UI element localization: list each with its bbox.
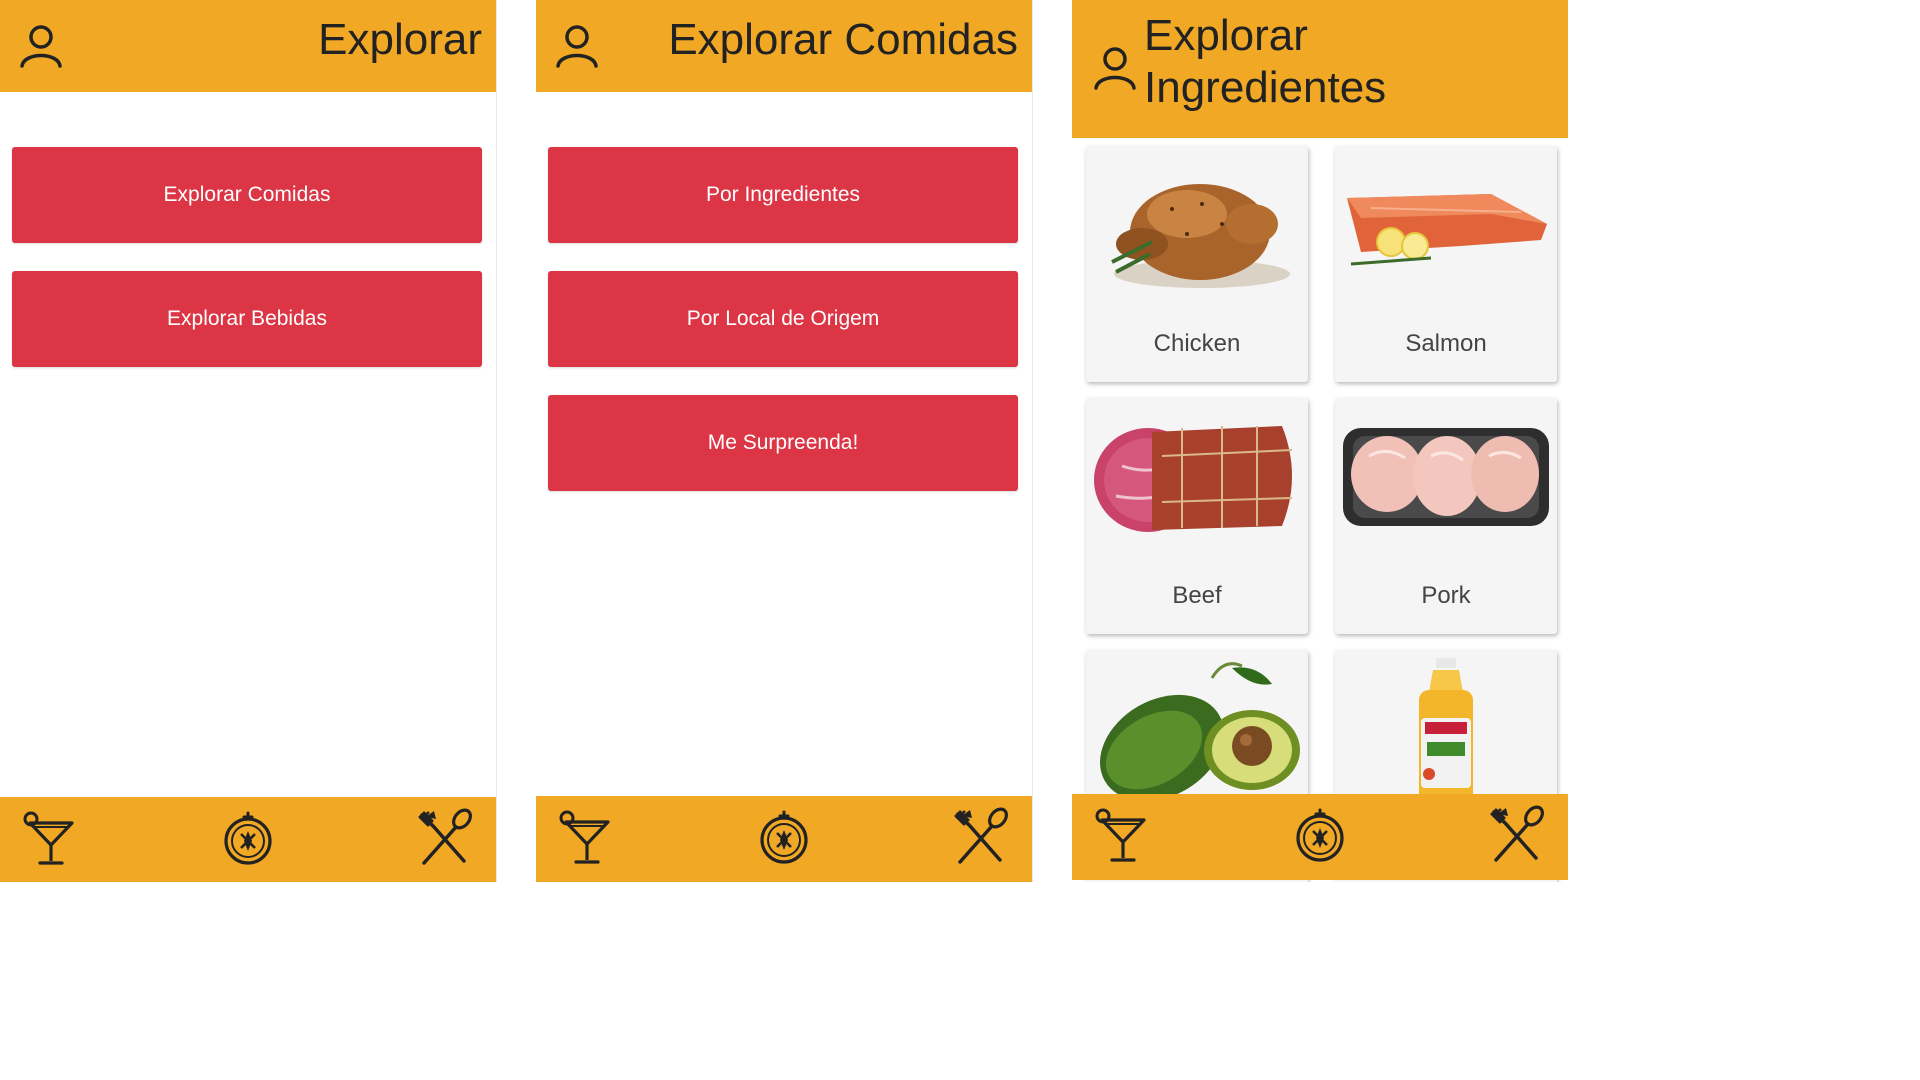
footer-bar <box>536 796 1032 882</box>
page-title: Explorar <box>318 15 482 64</box>
explore-drinks-button[interactable]: Explorar Bebidas <box>12 271 482 367</box>
ingredient-name: Chicken <box>1153 330 1241 357</box>
salmon-image <box>1347 194 1547 266</box>
profile-icon[interactable] <box>1092 44 1138 90</box>
by-origin-button[interactable]: Por Local de Origem <box>548 271 1018 367</box>
beef-image <box>1094 426 1293 532</box>
drinks-icon[interactable] <box>18 805 82 869</box>
header-bar: Explorar <box>0 0 496 92</box>
food-icon[interactable] <box>948 804 1012 868</box>
explore-icon[interactable] <box>216 805 280 869</box>
by-ingredients-button[interactable]: Por Ingredientes <box>548 147 1018 243</box>
food-icon[interactable] <box>412 805 476 869</box>
ingredient-card-chicken[interactable]: Chicken <box>1086 146 1308 382</box>
pork-image <box>1343 428 1549 526</box>
vinegar-bottle-image <box>1419 658 1473 808</box>
ingredient-name: Pork <box>1421 582 1471 609</box>
ingredient-name: Salmon <box>1405 330 1487 357</box>
page-title: Explorar Ingredientes <box>1144 11 1387 112</box>
food-icon[interactable] <box>1484 802 1548 866</box>
explore-screen: Explorar Explorar Comidas Explorar Bebid… <box>0 0 497 882</box>
profile-icon[interactable] <box>554 22 600 68</box>
avocado-image <box>1100 662 1300 802</box>
explore-foods-screen: Explorar Comidas Por Ingredientes Por Lo… <box>536 0 1033 882</box>
ingredient-card-pork[interactable]: Pork <box>1335 398 1557 634</box>
chicken-image <box>1111 184 1290 288</box>
footer-bar <box>1072 794 1568 880</box>
ingredient-name: Beef <box>1172 582 1222 609</box>
page-title: Explorar Comidas <box>668 15 1018 64</box>
header-bar: Explorar Ingredientes <box>1072 0 1568 138</box>
surprise-me-button[interactable]: Me Surpreenda! <box>548 395 1018 491</box>
ingredient-card-salmon[interactable]: Salmon <box>1335 146 1557 382</box>
header-bar: Explorar Comidas <box>536 0 1032 92</box>
explore-foods-button[interactable]: Explorar Comidas <box>12 147 482 243</box>
ingredient-card-beef[interactable]: Beef <box>1086 398 1308 634</box>
explore-ingredients-screen: Explorar Ingredientes Chicken Salmon Bee… <box>1072 0 1568 882</box>
drinks-icon[interactable] <box>554 804 618 868</box>
explore-icon[interactable] <box>1288 802 1352 866</box>
profile-icon[interactable] <box>18 22 64 68</box>
footer-bar <box>0 797 496 882</box>
explore-icon[interactable] <box>752 804 816 868</box>
drinks-icon[interactable] <box>1090 802 1154 866</box>
